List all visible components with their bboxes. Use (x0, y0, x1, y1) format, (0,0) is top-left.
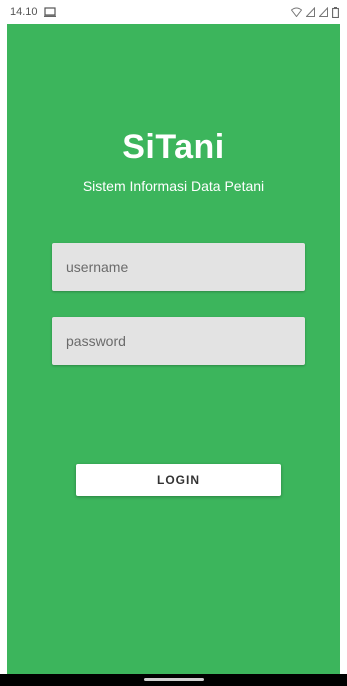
status-right (291, 6, 339, 18)
status-bar: 14.10 (0, 0, 347, 24)
home-indicator[interactable] (144, 678, 204, 681)
app-subtitle: Sistem Informasi Data Petani (82, 178, 265, 194)
login-screen: SiTani Sistem Informasi Data Petani LOGI… (7, 24, 340, 674)
username-field[interactable] (52, 243, 305, 291)
status-time: 14.10 (10, 6, 38, 18)
signal-icon (319, 7, 328, 17)
battery-icon (332, 6, 339, 18)
login-button[interactable]: LOGIN (76, 464, 281, 496)
password-field[interactable] (52, 317, 305, 365)
status-left: 14.10 (10, 6, 56, 18)
signal-icon (306, 7, 315, 17)
app-title: SiTani (122, 128, 225, 166)
wifi-icon (291, 7, 302, 17)
navigation-bar (0, 674, 347, 686)
cast-icon (43, 7, 56, 17)
